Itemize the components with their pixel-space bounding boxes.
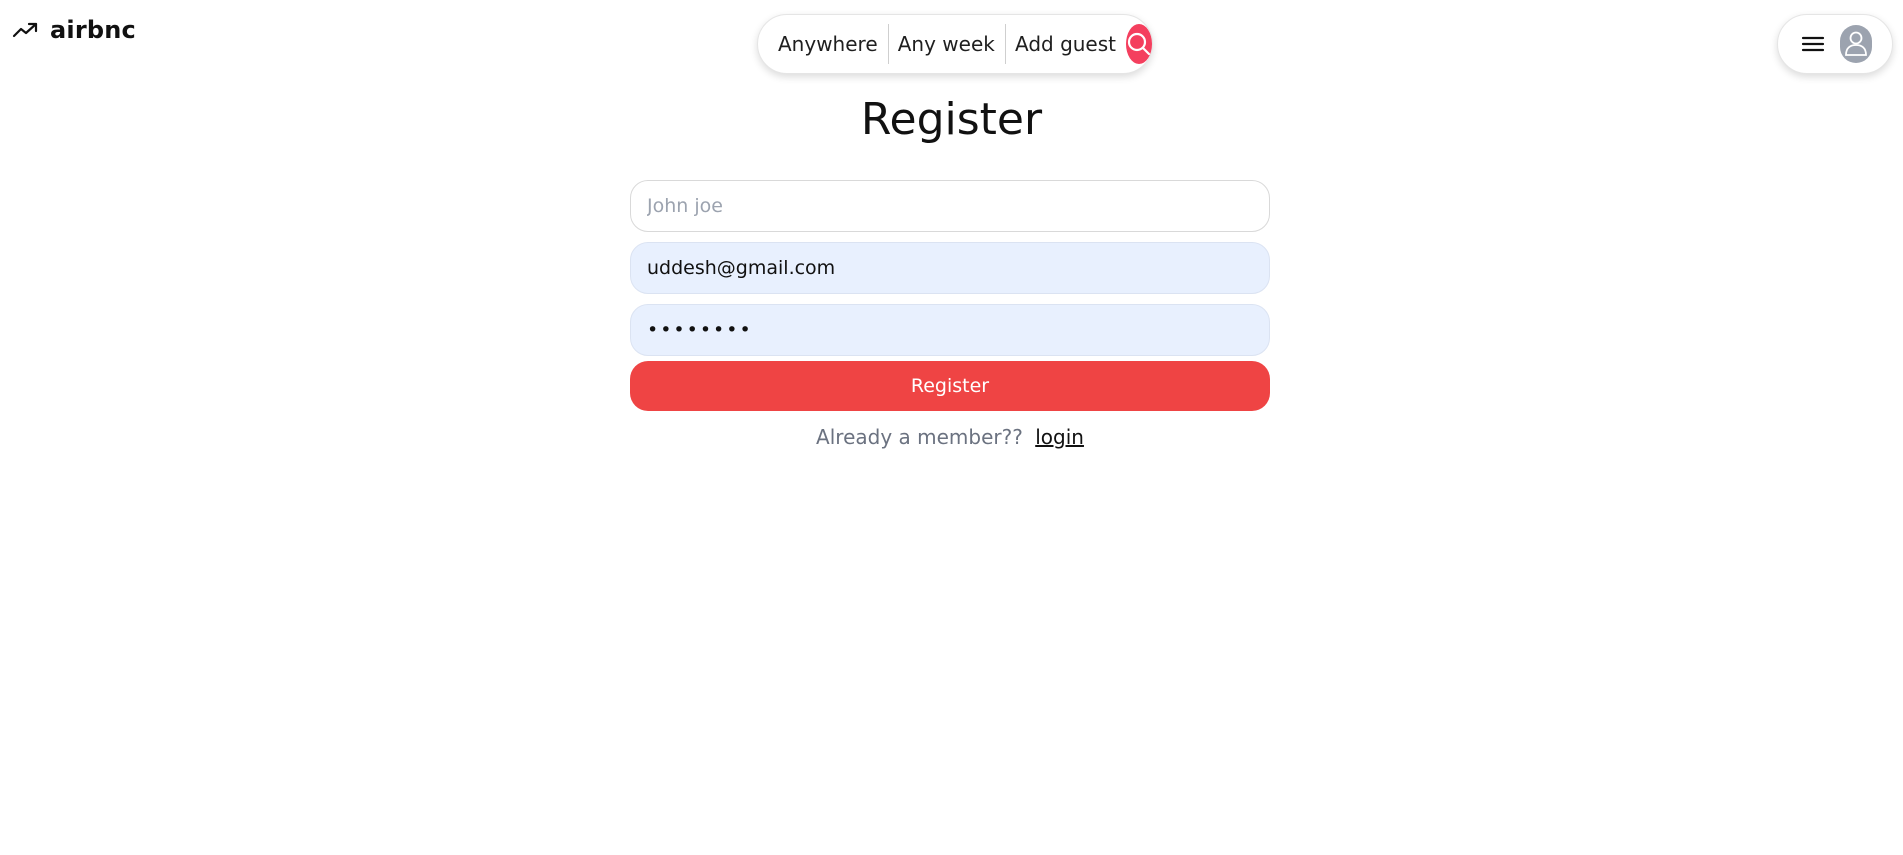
search-bar[interactable]: Anywhere Any week Add guest [757, 14, 1153, 74]
search-button[interactable] [1126, 24, 1152, 64]
page-title: Register [860, 94, 1043, 145]
search-when-button[interactable]: Any week [898, 32, 995, 56]
register-button[interactable]: Register [630, 361, 1270, 411]
register-form: Register Already a member?? login [630, 180, 1270, 449]
user-avatar-icon [1840, 25, 1872, 63]
already-member-text: Already a member?? [816, 425, 1023, 449]
search-guests-button[interactable]: Add guest [1015, 32, 1116, 56]
email-field[interactable] [630, 242, 1270, 294]
trending-up-icon [12, 20, 40, 40]
password-field[interactable] [630, 304, 1270, 356]
logo-link[interactable]: airbnc [12, 16, 136, 44]
search-where-button[interactable]: Anywhere [778, 32, 878, 56]
login-link[interactable]: login [1035, 425, 1084, 449]
logo-text: airbnc [50, 16, 136, 44]
page: airbnc Anywhere Any week Add guest Regis… [0, 0, 1903, 855]
hamburger-menu-icon [1800, 33, 1826, 55]
user-menu-button[interactable] [1777, 14, 1893, 74]
name-field[interactable] [630, 180, 1270, 232]
login-prompt: Already a member?? login [630, 425, 1270, 449]
search-icon [1126, 31, 1152, 57]
